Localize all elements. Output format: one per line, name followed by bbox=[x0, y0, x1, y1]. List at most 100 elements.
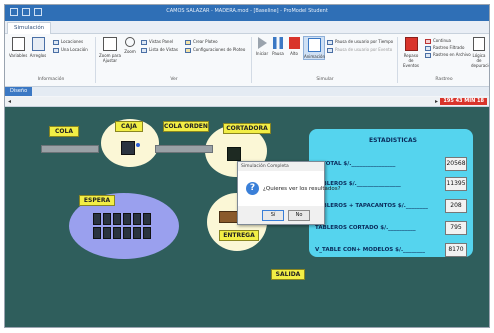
stat-label: TABLEROS + TAPACANTOS $/.________ bbox=[315, 203, 428, 209]
locaciones-button[interactable]: Locaciones bbox=[53, 39, 83, 45]
clock-icon bbox=[327, 39, 333, 45]
pausa-evento-button[interactable]: Pausa de usuario por Evento bbox=[327, 47, 392, 53]
chair-icon bbox=[123, 213, 131, 225]
una-locacion-label: Una Locación bbox=[61, 47, 88, 52]
zoom-ajustar-label: Zoom para Ajustar bbox=[99, 53, 121, 63]
group-ver-label: Ver bbox=[170, 77, 178, 82]
tab-diseno[interactable]: Diseño bbox=[5, 87, 33, 96]
dialog-title: Simulación Completa bbox=[238, 162, 324, 171]
window-title: CAMOS SALAZAR - MADERA.mod - [Baseline] … bbox=[166, 8, 328, 14]
animation-icon bbox=[307, 38, 321, 52]
chair-icon bbox=[143, 213, 151, 225]
continua-button[interactable]: Continua bbox=[425, 38, 451, 44]
dialog-button-row: Sí No bbox=[238, 206, 324, 224]
stop-icon bbox=[288, 37, 300, 49]
arreglos-icon bbox=[31, 37, 45, 51]
question-icon: ? bbox=[246, 182, 259, 195]
lista-vistas-button[interactable]: Lista de Vistas bbox=[141, 47, 178, 53]
una-locacion-button[interactable]: Una Locación bbox=[53, 47, 88, 53]
group-separator bbox=[95, 37, 96, 83]
chair-icon bbox=[113, 227, 121, 239]
scroll-right-icon[interactable]: ▸ bbox=[435, 97, 438, 106]
lista-vistas-label: Lista de Vistas bbox=[149, 47, 178, 52]
rastreo-archivo-label: Rastreo en Archivo bbox=[433, 52, 471, 57]
logica-depuracion-button[interactable]: Lógica de depuración bbox=[471, 37, 489, 68]
event-icon bbox=[327, 47, 333, 53]
stat-value: 20568 bbox=[445, 157, 467, 171]
no-button[interactable]: No bbox=[288, 210, 310, 221]
zoom-ajustar-button[interactable]: Zoom para Ajustar bbox=[99, 37, 121, 63]
model-canvas[interactable]: COLA CAJA COLA ORDEN CORTADORA ESPERA EN… bbox=[5, 107, 489, 327]
ribbon-tab-row: Simulación bbox=[5, 21, 489, 34]
chair-icon bbox=[113, 213, 121, 225]
label-cortadora: CORTADORA bbox=[223, 123, 271, 134]
crear-ploteo-label: Crear Ploteo bbox=[193, 39, 218, 44]
scroll-left-icon[interactable]: ◂ bbox=[8, 97, 11, 106]
ribbon: Variables Arreglos Locaciones Una Locaci… bbox=[5, 34, 489, 87]
vistas-panel-label: Vistas Panel bbox=[149, 39, 174, 44]
variables-button[interactable]: Variables bbox=[9, 37, 27, 58]
debug-icon bbox=[473, 37, 485, 51]
label-espera: ESPERA bbox=[79, 195, 115, 206]
statistics-title: ESTADISTICAS bbox=[369, 137, 417, 144]
repaso-eventos-label: Repaso de Eventos bbox=[403, 53, 419, 68]
vistas-panel-icon bbox=[141, 39, 147, 45]
rastreo-filtrado-button[interactable]: Rastreo Filtrado bbox=[425, 45, 464, 51]
locaciones-icon bbox=[53, 39, 59, 45]
yes-button[interactable]: Sí bbox=[262, 210, 284, 221]
event-log-icon bbox=[404, 37, 418, 51]
iniciar-button[interactable]: Iniciar bbox=[255, 37, 269, 56]
animacion-button[interactable]: Animación bbox=[303, 36, 325, 60]
stat-label: TABLEROS CORTADO $/.__________ bbox=[315, 225, 416, 231]
label-caja: CAJA bbox=[115, 121, 143, 132]
crear-ploteo-button[interactable]: Crear Ploteo bbox=[185, 39, 218, 45]
alto-button[interactable]: Alto bbox=[287, 37, 301, 56]
magnifier-icon bbox=[125, 37, 135, 47]
label-salida: SALIDA bbox=[271, 269, 305, 280]
chair-icon bbox=[103, 213, 111, 225]
lista-vistas-icon bbox=[141, 47, 147, 53]
chart-icon bbox=[185, 39, 191, 45]
arreglos-button[interactable]: Arreglos bbox=[29, 37, 47, 58]
variables-label: Variables bbox=[9, 53, 28, 58]
repaso-eventos-button[interactable]: Repaso de Eventos bbox=[401, 37, 421, 68]
tab-simulacion[interactable]: Simulación bbox=[7, 22, 52, 34]
stat-value: 795 bbox=[445, 221, 467, 235]
entity-dot bbox=[136, 143, 140, 147]
config-ploteo-button[interactable]: Configuraciones de Ploteo bbox=[185, 47, 245, 53]
statistics-panel: ESTADISTICAS V_TOTAL $/.________________… bbox=[309, 129, 473, 257]
chair-icon bbox=[93, 213, 101, 225]
cola-orden-queue bbox=[155, 145, 213, 153]
label-cola: COLA bbox=[49, 126, 79, 137]
arreglos-label: Arreglos bbox=[29, 53, 47, 58]
cutting-machine-icon bbox=[227, 147, 241, 161]
group-informacion-label: Información bbox=[37, 77, 65, 82]
pausa-button[interactable]: Pausa bbox=[271, 37, 285, 56]
variables-icon bbox=[11, 37, 25, 51]
chair-icon bbox=[103, 227, 111, 239]
dialog-message: ¿Quieres ver los resultados? bbox=[263, 186, 341, 192]
pausa-tiempo-button[interactable]: Pausa de usuario por Tiempo bbox=[327, 39, 393, 45]
group-separator bbox=[397, 37, 398, 83]
title-bar: CAMOS SALAZAR - MADERA.mod - [Baseline] … bbox=[5, 5, 489, 21]
document-tab-bar: Diseño bbox=[5, 87, 489, 96]
cash-register-icon bbox=[121, 141, 135, 155]
zoom-button[interactable]: Zoom bbox=[123, 37, 137, 54]
vistas-panel-button[interactable]: Vistas Panel bbox=[141, 39, 173, 45]
chair-icon bbox=[143, 227, 151, 239]
iniciar-label: Iniciar bbox=[255, 51, 269, 56]
chair-icon bbox=[133, 213, 141, 225]
file-icon bbox=[425, 52, 431, 58]
stat-value: 11395 bbox=[445, 177, 467, 191]
horizontal-scrollbar[interactable]: ◂ ▸ 195 43 MIN 18 bbox=[5, 97, 489, 107]
stat-value: 208 bbox=[445, 199, 467, 213]
chair-icon bbox=[93, 227, 101, 239]
rastreo-archivo-button[interactable]: Rastreo en Archivo bbox=[425, 52, 471, 58]
chair-icon bbox=[123, 227, 131, 239]
pausa-label: Pausa bbox=[272, 51, 284, 56]
logica-depuracion-label: Lógica de depuración bbox=[471, 53, 489, 68]
continua-icon bbox=[425, 38, 431, 44]
alto-label: Alto bbox=[290, 51, 298, 56]
stat-label: V_TABLE CON+ MODELOS $/.________ bbox=[315, 247, 426, 253]
una-locacion-icon bbox=[53, 47, 59, 53]
